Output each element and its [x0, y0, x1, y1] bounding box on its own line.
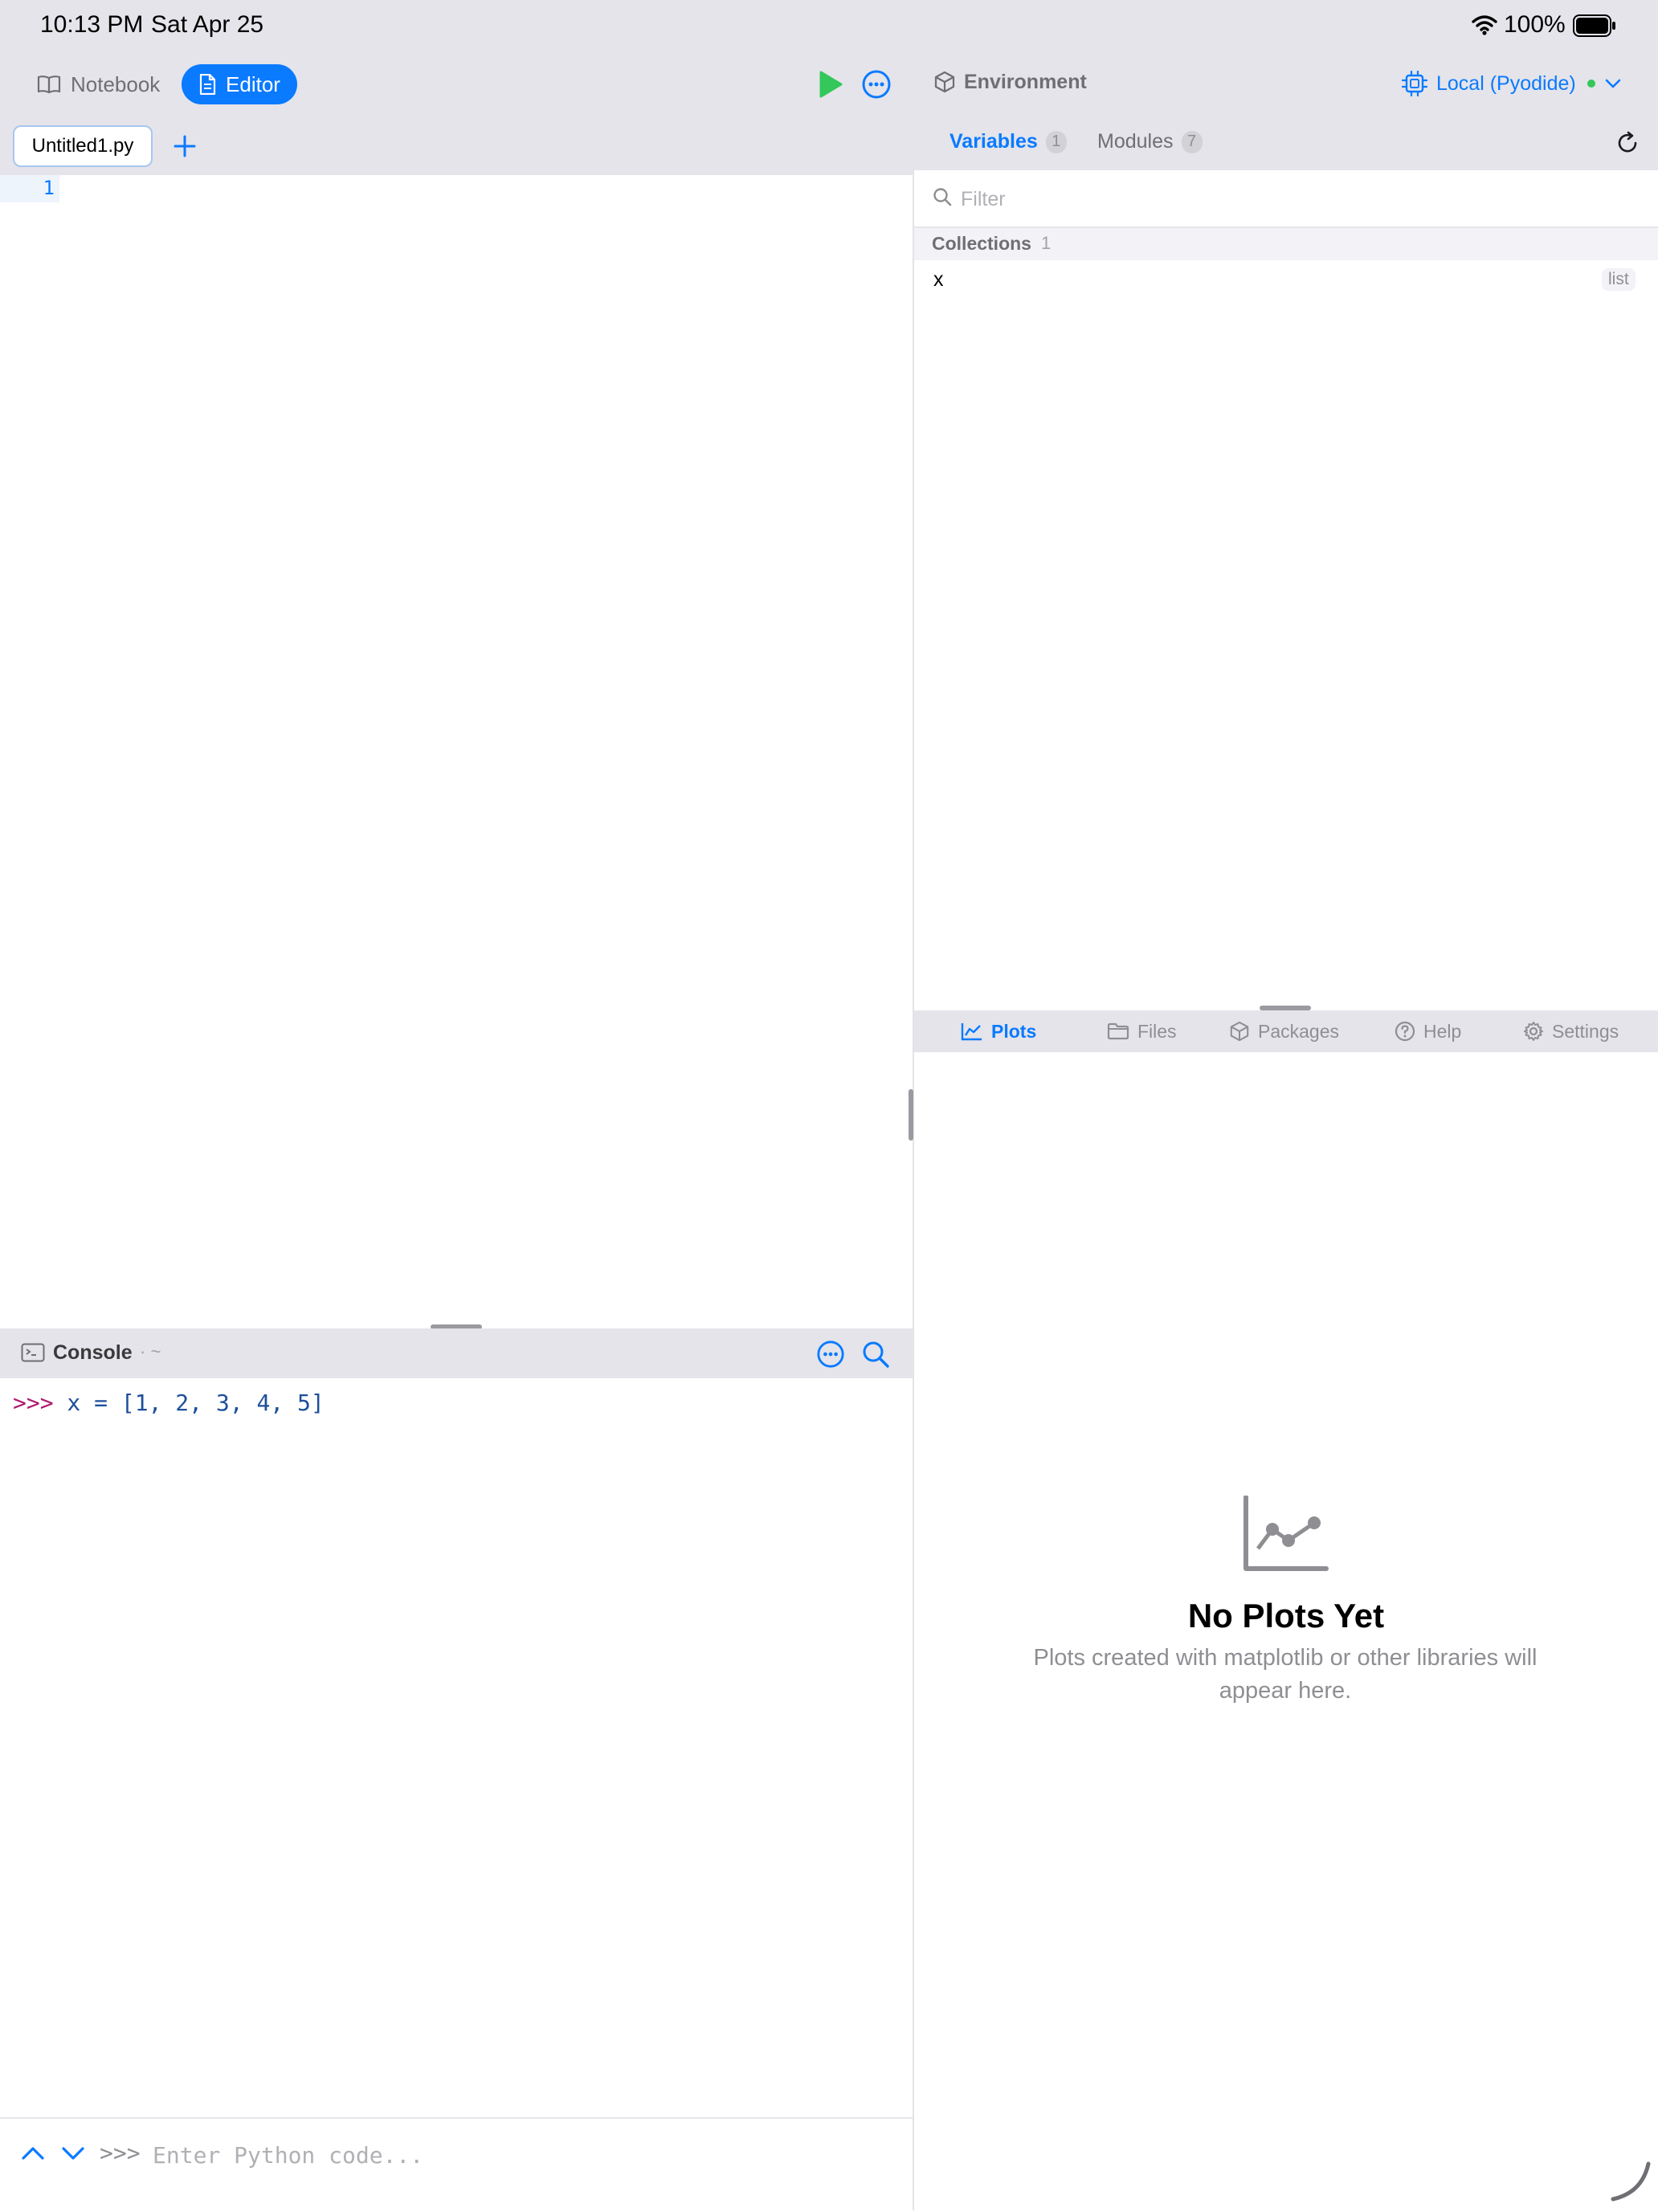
tab-plots-label: Plots	[991, 1020, 1037, 1042]
variable-type-badge: list	[1602, 268, 1636, 291]
console-input[interactable]	[153, 2136, 876, 2173]
question-circle-icon	[1395, 1021, 1415, 1042]
cube-icon	[933, 71, 956, 93]
filter-input[interactable]	[961, 183, 1603, 215]
console-title: Console	[53, 1341, 133, 1364]
code-editor[interactable]	[0, 175, 913, 1327]
history-up-button[interactable]	[18, 2138, 48, 2169]
pane-resize-handle[interactable]	[909, 1089, 913, 1141]
collections-label: Collections	[932, 233, 1031, 254]
tab-help[interactable]: Help	[1395, 1017, 1461, 1046]
search-icon	[863, 1341, 889, 1368]
book-icon	[37, 75, 61, 94]
chevron-down-icon	[1603, 74, 1623, 93]
console-search-button[interactable]	[861, 1340, 890, 1369]
document-icon	[198, 74, 216, 95]
plus-icon	[174, 135, 196, 157]
no-plots-title: No Plots Yet	[1187, 1597, 1385, 1635]
tab-files[interactable]: Files	[1107, 1017, 1177, 1046]
tab-notebook-label: Notebook	[71, 71, 161, 96]
chart-line-icon	[1242, 1496, 1330, 1573]
variables-count-badge: 1	[1045, 130, 1067, 153]
tab-variables[interactable]: Variables 1	[949, 130, 1067, 153]
package-icon	[1229, 1021, 1250, 1042]
tab-editor[interactable]: Editor	[182, 64, 297, 104]
tab-packages[interactable]: Packages	[1229, 1017, 1339, 1046]
battery-percent: 100%	[1504, 11, 1566, 38]
add-tab-button[interactable]	[170, 132, 199, 161]
environment-title: Environment	[964, 71, 1087, 93]
console-path: · ~	[140, 1341, 161, 1361]
status-time: 10:13 PM	[40, 11, 144, 38]
search-icon	[932, 186, 953, 207]
file-tab-untitled1[interactable]: Untitled1.py	[13, 125, 153, 167]
no-plots-description: Plots created with matplotlib or other l…	[1033, 1645, 1538, 1704]
refresh-icon	[1618, 131, 1637, 153]
ellipsis-circle-icon	[817, 1341, 844, 1368]
variable-name: x	[933, 268, 944, 291]
modules-count-badge: 7	[1181, 130, 1203, 153]
tab-packages-label: Packages	[1258, 1020, 1340, 1042]
wifi-icon	[1472, 14, 1497, 35]
tab-help-label: Help	[1423, 1020, 1462, 1042]
history-down-button[interactable]	[58, 2138, 88, 2169]
console-header	[0, 1328, 913, 1378]
chevron-up-icon	[22, 2147, 44, 2160]
tab-files-label: Files	[1137, 1020, 1177, 1042]
run-button[interactable]	[815, 69, 845, 100]
collections-count: 1	[1041, 233, 1052, 253]
resize-corner-icon[interactable]	[1610, 2161, 1652, 2202]
runtime-label: Local (Pyodide)	[1436, 71, 1576, 95]
runtime-selector[interactable]: Local (Pyodide)	[1401, 67, 1623, 100]
status-date: Sat Apr 25	[151, 11, 264, 38]
play-icon	[819, 71, 843, 98]
tab-editor-label: Editor	[226, 71, 280, 96]
tab-settings-label: Settings	[1552, 1020, 1619, 1042]
console-more-button[interactable]	[816, 1340, 845, 1369]
tab-settings[interactable]: Settings	[1523, 1017, 1619, 1046]
more-options-button[interactable]	[861, 69, 892, 100]
tab-modules-label: Modules	[1097, 130, 1174, 153]
terminal-icon	[21, 1343, 45, 1362]
console-code: x = [1, 2, 3, 4, 5]	[53, 1390, 325, 1416]
line-number: 1	[43, 177, 55, 199]
tab-notebook[interactable]: Notebook	[37, 64, 160, 104]
cpu-icon	[1401, 70, 1428, 97]
folder-icon	[1107, 1022, 1129, 1040]
console-prompt: >>>	[13, 1390, 54, 1416]
chevron-down-icon	[62, 2147, 84, 2160]
chart-icon	[961, 1022, 983, 1041]
ellipsis-circle-icon	[862, 70, 891, 99]
tab-variables-label: Variables	[949, 130, 1038, 153]
refresh-button[interactable]	[1613, 129, 1644, 159]
tab-plots[interactable]: Plots	[961, 1017, 1036, 1046]
tab-modules[interactable]: Modules 7	[1097, 130, 1203, 153]
battery-icon	[1573, 14, 1616, 37]
gear-icon	[1523, 1021, 1544, 1042]
console-input-prompt: >>>	[100, 2140, 141, 2166]
console-output-line: >>> x = [1, 2, 3, 4, 5]	[13, 1390, 325, 1416]
status-dot	[1587, 80, 1595, 88]
variable-row[interactable]	[914, 260, 1658, 300]
